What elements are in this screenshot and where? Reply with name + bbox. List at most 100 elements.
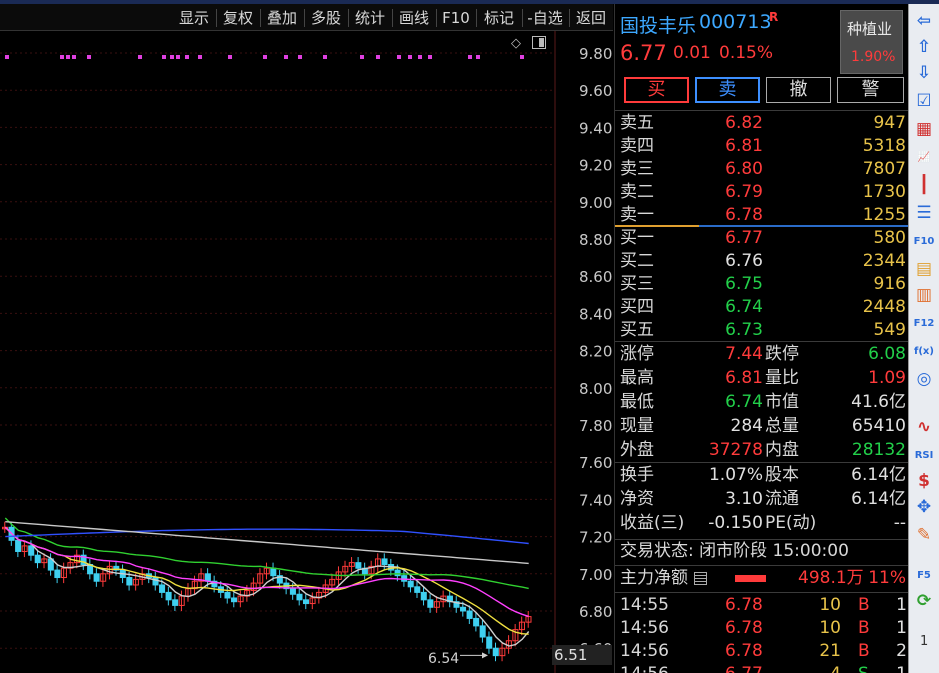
bid-row[interactable]: 买三 6.75 916	[615, 273, 909, 296]
stat-value: --	[893, 513, 906, 533]
f12-icon[interactable]: F12	[913, 312, 935, 334]
ask-label: 卖二	[620, 182, 654, 202]
move-icon[interactable]: ✥	[913, 496, 935, 518]
up-arrow-icon[interactable]: ⇧	[913, 36, 935, 58]
tick-count: 1	[896, 663, 907, 673]
ask-price: 6.81	[725, 136, 763, 156]
candle-body	[93, 573, 100, 582]
rsi-icon[interactable]: RSI	[913, 444, 935, 466]
tick-row: 14:56 6.78 21 B 2	[615, 640, 909, 663]
ask-row[interactable]: 卖五 6.82 947	[615, 112, 909, 135]
diamond-icon[interactable]: ◇	[511, 36, 521, 51]
bid-row[interactable]: 买五 6.73 549	[615, 319, 909, 342]
candle-body	[427, 599, 434, 608]
overlay-button[interactable]: 叠加	[262, 7, 302, 29]
ask-volume: 1730	[862, 182, 906, 202]
signal-marker	[468, 55, 472, 59]
mark-button[interactable]: 标记	[478, 7, 520, 29]
signal-marker	[162, 55, 166, 59]
y-tick-label: 6.80	[579, 603, 612, 621]
doc-icon[interactable]: ▤	[913, 258, 935, 280]
sell-button[interactable]: 卖	[695, 77, 760, 103]
signal-marker	[60, 55, 64, 59]
grid-icon[interactable]: ▦	[913, 118, 935, 140]
stat-value: 1.09	[868, 368, 906, 388]
tick-price: 6.78	[725, 641, 763, 661]
refresh-icon[interactable]: ⟳	[913, 590, 935, 612]
y-tick-label: 9.40	[579, 119, 612, 137]
down-arrow-icon[interactable]: ⇩	[913, 62, 935, 84]
signal-marker	[72, 55, 76, 59]
stat-label: 涨停	[620, 344, 654, 364]
candle-body	[466, 610, 473, 619]
signal-marker	[5, 55, 9, 59]
signal-marker	[87, 55, 91, 59]
price-change-pct: 0.15%	[719, 43, 774, 63]
adjust-button[interactable]: 复权	[218, 7, 258, 29]
list-icon[interactable]	[694, 572, 707, 585]
y-tick-label: 7.60	[579, 454, 612, 472]
remove-watchlist-button[interactable]: -自选	[523, 7, 567, 29]
alert-button[interactable]: 警	[837, 77, 904, 103]
signal-marker	[323, 55, 327, 59]
stat-row: 净资 3.10 流通 6.14亿	[615, 488, 909, 511]
tick-price: 6.78	[725, 618, 763, 638]
ask-price: 6.78	[725, 205, 763, 225]
bid-row[interactable]: 买一 6.77 580	[615, 227, 909, 250]
y-tick-label: 9.60	[579, 82, 612, 100]
y-tick-label: 9.20	[579, 157, 612, 175]
fx-icon[interactable]: f(x)	[913, 340, 935, 362]
ask-row[interactable]: 卖三 6.80 7807	[615, 158, 909, 181]
note-icon[interactable]: ▥	[913, 284, 935, 306]
target-icon[interactable]: ◎	[913, 368, 935, 390]
stats-button[interactable]: 统计	[350, 7, 390, 29]
bid-price: 6.73	[725, 320, 763, 340]
stat-row: 现量 284 总量 65410	[615, 415, 909, 438]
ask-row[interactable]: 卖二 6.79 1730	[615, 181, 909, 204]
multi-stock-button[interactable]: 多股	[306, 7, 346, 29]
kline-icon[interactable]: ┃	[913, 174, 935, 196]
tick-row: 14:56 6.77 4 S 1	[615, 663, 909, 673]
pencil-icon[interactable]: ✎	[913, 524, 935, 546]
stat-label: PE(动)	[765, 513, 817, 533]
f5-icon[interactable]: F5	[913, 564, 935, 586]
ask-volume: 5318	[862, 136, 906, 156]
ask-row[interactable]: 卖四 6.81 5318	[615, 135, 909, 158]
f10-icon[interactable]: F10	[913, 230, 935, 252]
f10-button[interactable]: F10	[438, 7, 474, 29]
y-tick-label: 8.00	[579, 380, 612, 398]
news-icon[interactable]: ☰	[913, 202, 935, 224]
tick-volume: 10	[819, 618, 841, 638]
bid-volume: 2448	[862, 297, 906, 317]
draw-line-button[interactable]: 画线	[394, 7, 434, 29]
dollar-icon[interactable]: $	[913, 470, 935, 492]
signal-marker	[397, 55, 401, 59]
panel-toggle-icon[interactable]	[532, 36, 546, 49]
sector-name: 种植业	[847, 20, 893, 38]
stat-label: 跌停	[765, 344, 799, 364]
kline-svg[interactable]: 9.80 9.60 9.40 9.20 9.00 8.80 8.60 8.40 8.20 8.00…	[0, 31, 613, 673]
stock-code: 000713	[699, 11, 772, 33]
candle-body	[159, 584, 166, 593]
cancel-order-button[interactable]: 撤	[766, 77, 831, 103]
checklist-icon[interactable]: ☑	[913, 90, 935, 112]
bid-volume: 549	[873, 320, 906, 340]
bid-row[interactable]: 买二 6.76 2344	[615, 250, 909, 273]
buy-button[interactable]: 买	[624, 77, 689, 103]
display-button[interactable]: 显示	[174, 7, 214, 29]
kline-chart[interactable]: 9.80 9.60 9.40 9.20 9.00 8.80 8.60 8.40 8.20 8.00…	[0, 31, 613, 673]
bid-row[interactable]: 买四 6.74 2448	[615, 296, 909, 319]
line-chart-icon[interactable]: 📈	[913, 146, 935, 168]
y-tick-label: 8.20	[579, 343, 612, 361]
sector-box[interactable]: 种植业 1.90%	[840, 10, 903, 74]
left-arrow-icon[interactable]: ⇦	[913, 10, 935, 32]
wave-icon[interactable]: ∿	[913, 416, 935, 438]
signal-marker	[185, 55, 189, 59]
back-button[interactable]: 返回	[571, 7, 611, 29]
candle-body	[486, 636, 493, 649]
trade-status-row: 交易状态: 闭市阶段 15:00:00	[615, 540, 909, 563]
candle-body	[28, 545, 35, 556]
candle-body	[394, 569, 401, 577]
tick-volume: 21	[819, 641, 841, 661]
ask-row[interactable]: 卖一 6.78 1255	[615, 204, 909, 227]
